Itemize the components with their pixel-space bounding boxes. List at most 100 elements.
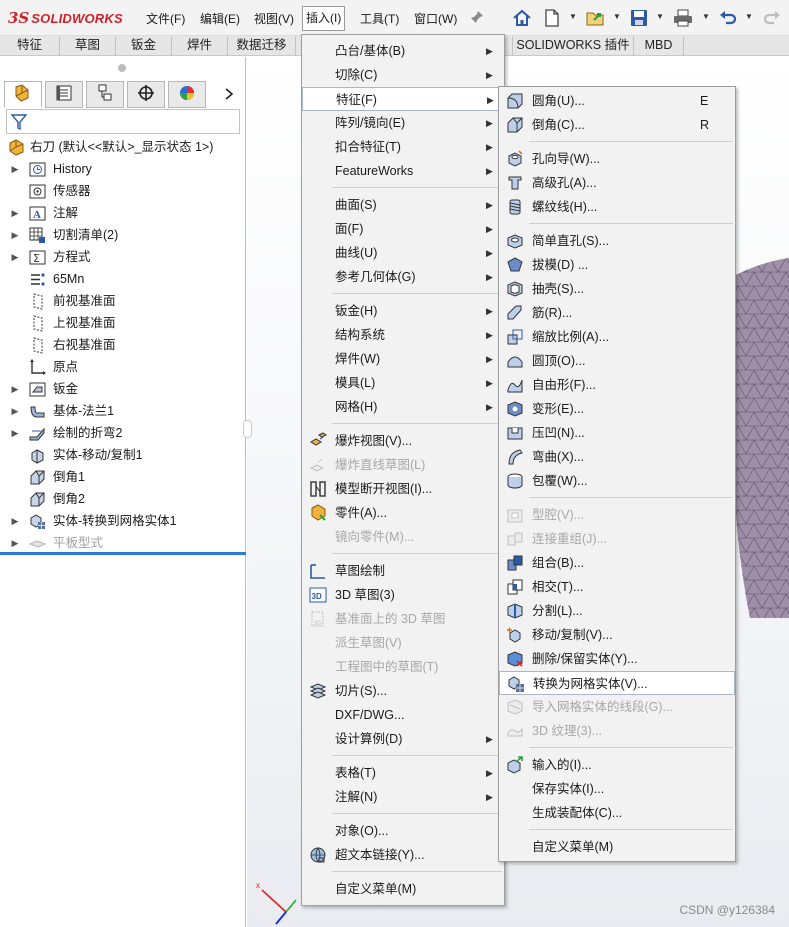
menu-item[interactable]: 自定义菜单(M): [499, 835, 735, 859]
tree-item[interactable]: 前视基准面: [0, 290, 246, 312]
menu-edit[interactable]: 编辑(E): [197, 8, 243, 30]
tab-sketch[interactable]: 草图: [60, 36, 116, 56]
menu-item[interactable]: 简单直孔(S)...: [499, 229, 735, 253]
expand-arrow-icon[interactable]: ▶: [10, 224, 20, 246]
menu-item[interactable]: 自由形(F)...: [499, 373, 735, 397]
tree-item[interactable]: ▶ History: [0, 158, 246, 180]
menu-item[interactable]: 对象(O)...: [302, 819, 504, 843]
tab-property-manager[interactable]: [45, 81, 83, 108]
menu-item[interactable]: 转换为网格实体(V)...: [499, 671, 735, 695]
tab-features[interactable]: 特征: [0, 36, 60, 56]
menu-item[interactable]: 缩放比例(A)...: [499, 325, 735, 349]
menu-tools[interactable]: 工具(T): [357, 8, 402, 30]
menu-item[interactable]: FeatureWorks ▶: [302, 159, 504, 183]
tree-item[interactable]: ▶ 绘制的折弯2: [0, 422, 246, 444]
menu-item[interactable]: 螺纹线(H)...: [499, 195, 735, 219]
menu-item[interactable]: 切除(C) ▶: [302, 63, 504, 87]
menu-item[interactable]: 孔向导(W)...: [499, 147, 735, 171]
menu-item[interactable]: 设计算例(D) ▶: [302, 727, 504, 751]
tab-weldments[interactable]: 焊件: [172, 36, 228, 56]
print-dropdown-arrow-icon[interactable]: ▼: [702, 13, 710, 21]
filter-icon[interactable]: [10, 113, 28, 134]
tab-dimxpert-manager[interactable]: [127, 81, 165, 108]
menu-item[interactable]: 曲面(S) ▶: [302, 193, 504, 217]
tree-item[interactable]: ▶ Σ 方程式: [0, 246, 246, 268]
expand-arrow-icon[interactable]: ▶: [10, 378, 20, 400]
menu-item[interactable]: 相交(T)...: [499, 575, 735, 599]
expand-arrow-icon[interactable]: ▶: [10, 400, 20, 422]
menu-item[interactable]: 筋(R)...: [499, 301, 735, 325]
menu-item[interactable]: 爆炸视图(V)...: [302, 429, 504, 453]
menu-item[interactable]: 阵列/镜向(E) ▶: [302, 111, 504, 135]
pin-icon[interactable]: [470, 10, 484, 24]
tab-sheet-metal[interactable]: 钣金: [116, 36, 172, 56]
menu-item[interactable]: 弯曲(X)...: [499, 445, 735, 469]
menu-item[interactable]: 圆顶(O)...: [499, 349, 735, 373]
menu-item[interactable]: 草图绘制: [302, 559, 504, 583]
home-icon[interactable]: [510, 6, 534, 30]
menu-item[interactable]: 高级孔(A)...: [499, 171, 735, 195]
menu-item[interactable]: 面(F) ▶: [302, 217, 504, 241]
menu-item[interactable]: 变形(E)...: [499, 397, 735, 421]
tree-item[interactable]: 右视基准面: [0, 334, 246, 356]
menu-item[interactable]: 超文本链接(Y)...: [302, 843, 504, 867]
save-icon[interactable]: [627, 6, 651, 30]
menu-item[interactable]: 分割(L)...: [499, 599, 735, 623]
tree-item[interactable]: 实体-移动/复制1: [0, 444, 246, 466]
menu-item[interactable]: 包覆(W)...: [499, 469, 735, 493]
menu-item[interactable]: 模具(L) ▶: [302, 371, 504, 395]
solidworks-logo[interactable]: 3S SOLIDWORKS: [8, 8, 123, 28]
expand-arrow-icon[interactable]: ▶: [10, 246, 20, 268]
tab-configuration-manager[interactable]: [86, 81, 124, 108]
tree-item[interactable]: 倒角2: [0, 488, 246, 510]
menu-view[interactable]: 视图(V): [251, 8, 297, 30]
menu-item[interactable]: 抽壳(S)...: [499, 277, 735, 301]
menu-item[interactable]: 零件(A)...: [302, 501, 504, 525]
tree-item[interactable]: ▶ 平板型式: [0, 532, 246, 554]
tab-mbd[interactable]: MBD: [634, 36, 684, 56]
menu-file[interactable]: 文件(F): [143, 8, 188, 30]
menu-item[interactable]: 参考几何体(G) ▶: [302, 265, 504, 289]
more-tabs-chevron-icon[interactable]: [224, 87, 234, 103]
model-mesh-body[interactable]: [730, 258, 789, 618]
menu-item[interactable]: 扣合特征(T) ▶: [302, 135, 504, 159]
tree-item[interactable]: ▶ A 注解: [0, 202, 246, 224]
tree-root[interactable]: 右刀 (默认<<默认>_显示状态 1>): [0, 136, 246, 158]
expand-arrow-icon[interactable]: ▶: [10, 422, 20, 444]
new-dropdown-arrow-icon[interactable]: ▼: [569, 13, 577, 21]
tree-filter-input[interactable]: [6, 109, 240, 134]
menu-item[interactable]: 特征(F) ▶: [302, 87, 504, 111]
menu-item[interactable]: 模型断开视图(I)...: [302, 477, 504, 501]
menu-item[interactable]: DXF/DWG...: [302, 703, 504, 727]
tree-item[interactable]: 上视基准面: [0, 312, 246, 334]
open-dropdown-arrow-icon[interactable]: ▼: [613, 13, 621, 21]
expand-arrow-icon[interactable]: ▶: [10, 510, 20, 532]
tab-data-migration[interactable]: 数据迁移: [228, 36, 296, 56]
tree-item[interactable]: ▶ 实体-转换到网格实体1: [0, 510, 246, 532]
tab-display-manager[interactable]: [168, 81, 206, 108]
menu-window[interactable]: 窗口(W): [411, 8, 460, 30]
menu-insert[interactable]: 插入(I): [302, 6, 346, 31]
tree-item[interactable]: 65Mn: [0, 268, 246, 290]
menu-item[interactable]: 拔模(D) ...: [499, 253, 735, 277]
menu-item[interactable]: 焊件(W) ▶: [302, 347, 504, 371]
save-dropdown-arrow-icon[interactable]: ▼: [656, 13, 664, 21]
tab-solidworks-addins[interactable]: SOLIDWORKS 插件: [512, 36, 634, 56]
menu-item[interactable]: 3D 3D 草图(3): [302, 583, 504, 607]
redo-icon[interactable]: [760, 6, 784, 30]
expand-arrow-icon[interactable]: ▶: [10, 158, 20, 180]
menu-item[interactable]: 倒角(C)... R: [499, 113, 735, 137]
menu-item[interactable]: 结构系统 ▶: [302, 323, 504, 347]
menu-item[interactable]: 组合(B)...: [499, 551, 735, 575]
tree-item[interactable]: ▶ 切割清单(2): [0, 224, 246, 246]
tree-item[interactable]: 传感器: [0, 180, 246, 202]
menu-item[interactable]: 圆角(U)... E: [499, 89, 735, 113]
menu-item[interactable]: 输入的(I)...: [499, 753, 735, 777]
tree-item[interactable]: ▶ 钣金: [0, 378, 246, 400]
tab-feature-manager[interactable]: [4, 81, 42, 108]
print-icon[interactable]: [671, 6, 695, 30]
menu-item[interactable]: 曲线(U) ▶: [302, 241, 504, 265]
new-document-icon[interactable]: [540, 6, 564, 30]
tree-item[interactable]: 原点: [0, 356, 246, 378]
menu-item[interactable]: 钣金(H) ▶: [302, 299, 504, 323]
